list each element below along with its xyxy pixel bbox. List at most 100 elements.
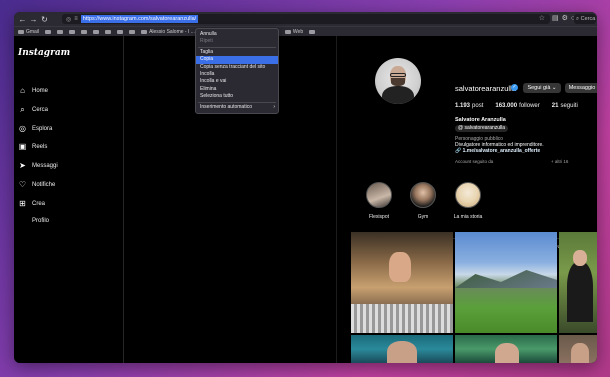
search-placeholder: Cerca <box>580 16 596 22</box>
bookmark-label: Web <box>292 28 304 35</box>
profile-stats: 1.193 post 163.000 follower 21 seguiti <box>455 103 578 109</box>
sidebar-item-notifiche[interactable]: ♡ Notifiche <box>18 180 55 189</box>
profile-full-name: Salvatore Aranzulla <box>455 117 506 123</box>
bookmark-item[interactable]: Web <box>284 28 304 35</box>
search-icon: ⌕ <box>20 105 25 114</box>
bookmark-item[interactable] <box>93 29 100 34</box>
bookmark-item[interactable] <box>81 29 88 34</box>
back-icon[interactable]: ← <box>18 15 27 24</box>
folder-icon <box>57 29 64 34</box>
search-input[interactable]: ⌕ Cerca <box>574 14 596 24</box>
folder-icon <box>309 29 316 34</box>
follow-button-label: Segui già <box>527 85 551 91</box>
profile-username: salvatorearanzulla <box>455 84 516 93</box>
followed-by-more[interactable]: + altri 16 <box>551 159 568 164</box>
context-menu-item[interactable]: Inserimento automatico › <box>196 104 278 111</box>
post-thumbnail[interactable] <box>455 232 557 333</box>
bookmarks-bar: Gmail Alessio Salome - I ... Web <box>14 26 597 36</box>
context-menu-item: Ripeti <box>196 38 278 45</box>
sidebar-item-label: Cerca <box>32 107 49 113</box>
context-menu-item[interactable]: Copia senza tracciant del sito <box>196 64 278 71</box>
plus-square-icon: ⊞ <box>19 199 26 208</box>
url-bar[interactable]: ◎ ≡ https://www.instagram.com/salvatorea… <box>62 14 550 24</box>
home-icon: ⌂ <box>20 86 25 95</box>
browser-window: ← → ↻ ◎ ≡ https://www.instagram.com/salv… <box>14 12 597 363</box>
messages-icon: ➤ <box>19 161 26 170</box>
folder-icon <box>69 29 76 34</box>
context-menu: Annulla Ripeti Taglia Copia Copia senza trac… <box>195 28 279 114</box>
url-text[interactable]: https://www.instagram.com/salvatorearanz… <box>80 15 199 23</box>
highlight-label: La mia storia <box>453 214 483 220</box>
sidebar-item-messaggi[interactable]: ➤ Messaggi <box>18 161 58 170</box>
context-menu-item[interactable]: Copia <box>196 56 278 64</box>
context-menu-item[interactable]: Elimina <box>196 86 278 93</box>
context-menu-item[interactable]: Seleziona tutto <box>196 93 278 100</box>
toolbar-actions: ▤ ⚙ ○ <box>552 14 575 23</box>
sidebar-item-reels[interactable]: ▣ Reels <box>18 142 48 151</box>
menu-item-label: Incolla e vai <box>200 78 227 85</box>
bookmark-star-icon[interactable]: ☆ <box>539 14 545 22</box>
sidebar-item-home[interactable]: ⌂ Home <box>18 86 48 95</box>
lock-icon: ≡ <box>74 16 78 22</box>
bookmark-item[interactable] <box>105 29 112 34</box>
menu-item-label: Elimina <box>200 85 217 92</box>
sidebar-item-cerca[interactable]: ⌕ Cerca <box>18 105 48 115</box>
context-menu-item[interactable]: Incolla e vai <box>196 78 278 85</box>
pocket-icon[interactable]: ▤ <box>552 14 559 22</box>
folder-icon <box>284 29 291 34</box>
post-thumbnail[interactable] <box>351 232 453 333</box>
follow-button[interactable]: Segui già ⌄ <box>523 83 561 93</box>
bookmark-label: Gmail <box>26 28 40 35</box>
menu-item-label: Taglia <box>200 48 214 55</box>
context-menu-item[interactable]: Taglia <box>196 49 278 56</box>
sidebar-item-esplora[interactable]: ◎ Esplora <box>18 124 52 133</box>
post-thumbnail[interactable] <box>559 232 597 333</box>
extensions-icon[interactable]: ⚙ <box>562 14 568 22</box>
post-thumbnail[interactable] <box>559 335 597 363</box>
highlight-la-mia-storia[interactable] <box>455 182 481 208</box>
menu-separator <box>198 46 276 48</box>
heart-icon: ♡ <box>18 180 27 189</box>
folder-icon <box>93 29 100 34</box>
instagram-logo[interactable]: Instagram <box>18 48 70 58</box>
menu-item-label: Incolla <box>200 70 215 77</box>
folder-icon <box>18 29 24 34</box>
post-thumbnail[interactable] <box>351 335 453 363</box>
bookmark-item[interactable] <box>117 29 124 34</box>
bookmark-item[interactable] <box>57 29 64 34</box>
forward-icon[interactable]: → <box>29 15 38 24</box>
post-thumbnail[interactable] <box>455 335 557 363</box>
highlight-flexispot[interactable] <box>366 182 392 208</box>
bookmark-item[interactable] <box>45 29 52 34</box>
highlight-label: Flexispot <box>368 214 389 220</box>
sidebar: Instagram ⌂ Home ⌕ Cerca ◎ Esplora ▣ Reels ➤ Mess… <box>14 36 124 363</box>
threads-handle[interactable]: @ salvatorearanzulla <box>455 125 509 132</box>
profile-avatar[interactable] <box>375 58 421 104</box>
bookmark-item[interactable]: Alessio Salome - I ... <box>141 29 195 35</box>
page-content: Instagram ⌂ Home ⌕ Cerca ◎ Esplora ▣ Reels ➤ Mess… <box>14 36 597 363</box>
reload-icon[interactable]: ↻ <box>40 15 49 24</box>
verified-badge-icon: ✓ <box>511 84 518 91</box>
followers-stat[interactable]: 163.000 follower <box>495 103 539 109</box>
menu-item-label: Seleziona tutto <box>200 93 234 100</box>
bookmark-item[interactable] <box>309 29 316 34</box>
highlight-gym[interactable] <box>410 182 436 208</box>
compass-icon: ◎ <box>19 124 26 133</box>
sidebar-item-label: Crea <box>32 200 46 207</box>
sidebar-item-profilo[interactable]: Profilo <box>18 218 49 224</box>
context-menu-item[interactable]: Annulla <box>196 31 278 38</box>
profile-link[interactable]: 🔗 1.me/salvatore_aranzulla_offerte <box>455 148 540 154</box>
followed-by-text[interactable]: Account seguito da <box>455 159 493 164</box>
bookmark-item[interactable]: Gmail <box>18 29 39 35</box>
sidebar-item-crea[interactable]: ⊞ Crea <box>18 199 45 208</box>
context-menu-item[interactable]: Incolla <box>196 71 278 78</box>
folder-icon <box>117 29 124 34</box>
message-button[interactable]: Messaggio <box>565 83 597 93</box>
bookmark-item[interactable] <box>69 29 76 34</box>
following-stat[interactable]: 21 seguiti <box>552 103 578 109</box>
sidebar-item-label: Esplora <box>32 125 53 132</box>
bookmark-item[interactable] <box>129 29 136 34</box>
menu-item-label: Ripeti <box>200 38 213 45</box>
sidebar-item-label: Profilo <box>32 218 50 224</box>
highlight-label: Gym <box>417 214 429 220</box>
